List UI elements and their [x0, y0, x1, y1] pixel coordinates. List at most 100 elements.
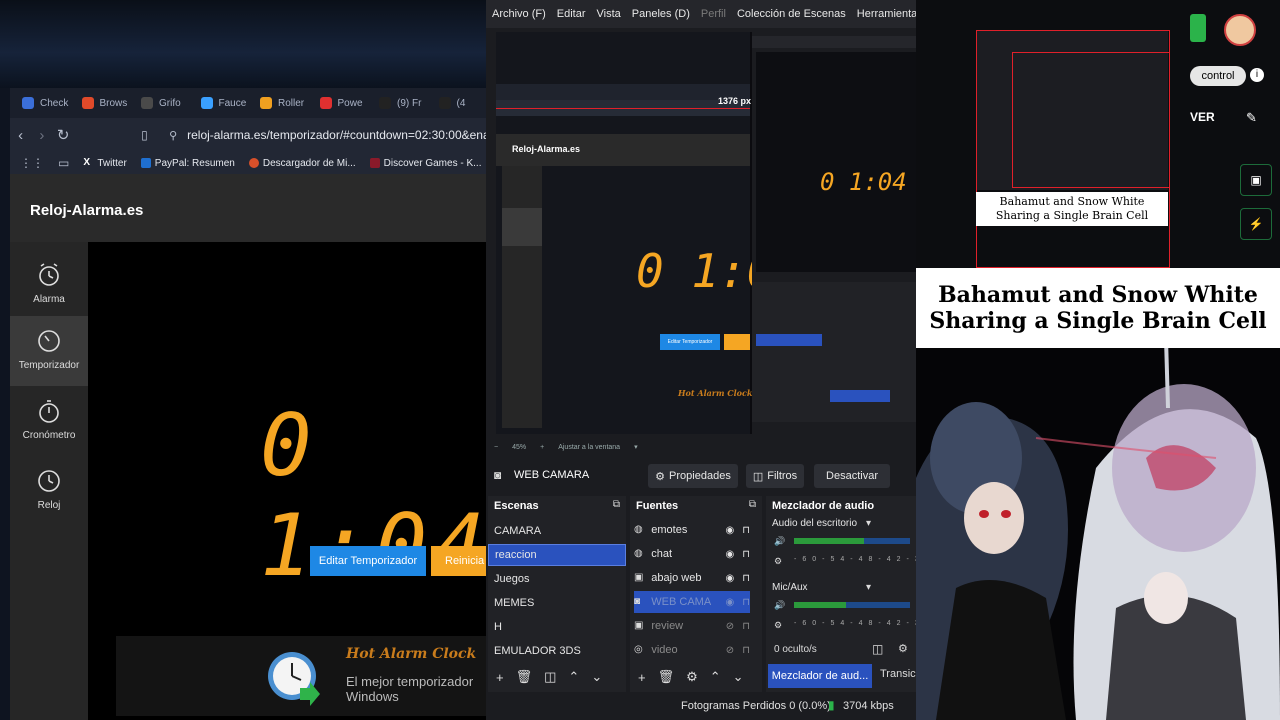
menu-item[interactable]: Perfil	[701, 8, 726, 20]
chevron-down-icon[interactable]: ▾	[866, 518, 871, 529]
bookmark-icon[interactable]: ▯	[134, 128, 155, 142]
eye-icon[interactable]: ◉	[725, 597, 734, 608]
gear-icon[interactable]: ⚙	[686, 669, 698, 685]
bookmark-twitter[interactable]: X Twitter	[83, 158, 126, 169]
zoom-in-icon[interactable]: +	[540, 444, 544, 451]
chevron-down-icon[interactable]: ⌄	[733, 669, 744, 685]
top-capture-strip: control i VER ✎ ▣ ⚡ Bahamut and Snow Whi…	[916, 0, 1280, 268]
browser-tab[interactable]: (9) Fr	[367, 90, 427, 116]
chevron-up-icon[interactable]: ⌃	[568, 669, 579, 685]
browser-tab[interactable]: Roller	[248, 90, 308, 116]
nav-item-timer[interactable]: Temporizador	[10, 316, 88, 386]
menu-item[interactable]: Colección de Escenas	[737, 8, 846, 20]
properties-button[interactable]: ⚙ Propiedades	[648, 464, 738, 488]
channel-settings-icon[interactable]: ⚙	[774, 620, 782, 631]
speaker-icon[interactable]: 🔊	[774, 600, 785, 611]
back-arrow-icon[interactable]: ‹	[10, 127, 31, 144]
scene-item[interactable]: MEMES	[488, 592, 626, 614]
source-item[interactable]: ◍ emotes ◉ ⊓	[634, 519, 750, 541]
menu-item[interactable]: Vista	[597, 8, 621, 20]
mixer-tab[interactable]: Mezclador de aud...	[768, 664, 872, 688]
add-icon[interactable]: +	[638, 670, 646, 685]
nested-ad-title: Hot Alarm Clock	[678, 388, 753, 398]
browser-tab[interactable]: Brows	[70, 90, 130, 116]
columns-icon[interactable]: ◫	[872, 642, 883, 656]
site-info-icon[interactable]: ⚲	[169, 129, 177, 142]
scene-item[interactable]: reaccion	[488, 544, 626, 566]
forward-arrow-icon[interactable]: ›	[31, 127, 52, 144]
menu-item[interactable]: Archivo (F)	[492, 8, 546, 20]
lock-icon[interactable]: ⊓	[742, 597, 750, 608]
scene-filter-icon[interactable]: ◫	[544, 669, 556, 685]
gear-icon[interactable]: ⚙	[898, 642, 908, 655]
menu-item[interactable]: Paneles (D)	[632, 8, 690, 20]
transitions-tab[interactable]: Transic	[880, 668, 916, 680]
ad-subtitle: El mejor temporizador Windows	[346, 674, 474, 704]
volume-meter[interactable]	[794, 538, 910, 544]
source-item[interactable]: ◎ video ⊘ ⊓	[634, 639, 750, 661]
chevron-down-icon[interactable]: ⌄	[591, 669, 602, 685]
filters-button[interactable]: ◫ Filtros	[746, 464, 804, 488]
nav-item-clock[interactable]: Reloj	[10, 456, 88, 526]
nav-item-label: Temporizador	[18, 360, 80, 371]
apps-grid-icon[interactable]: ⋮⋮	[20, 156, 44, 170]
reset-timer-button[interactable]: Reinicia	[431, 546, 486, 576]
source-item[interactable]: ▣ review ⊘ ⊓	[634, 615, 750, 637]
reload-icon[interactable]: ↻	[53, 126, 74, 144]
site-side-nav: Alarma Temporizador Cronómetro Reloj	[10, 242, 88, 720]
dock-undock-icon[interactable]: ⧉	[749, 499, 756, 510]
menu-item[interactable]: Editar	[557, 8, 586, 20]
browser-tab[interactable]: Check	[10, 90, 70, 116]
scenes-title: Escenas	[494, 500, 539, 512]
folder-icon[interactable]: ▭	[58, 156, 69, 170]
nested-obs-selected-source	[830, 390, 890, 402]
chevron-up-icon[interactable]: ⌃	[710, 669, 721, 685]
obs-preview[interactable]: 1376 px Reloj-Alarma.es 0 1:04 Editar Te…	[496, 32, 916, 434]
nested-obs-capture: 0 1:04	[752, 32, 916, 434]
disable-button[interactable]: Desactivar	[814, 464, 890, 488]
site-title[interactable]: Reloj-Alarma.es	[30, 202, 143, 219]
trash-icon[interactable]: 🗑	[516, 669, 533, 685]
volume-meter[interactable]	[794, 602, 910, 608]
source-item[interactable]: ◙ WEB CAMARA ◉ ⊓	[634, 591, 750, 613]
scene-item[interactable]: H	[488, 616, 626, 638]
nav-item-stopwatch[interactable]: Cronómetro	[10, 386, 88, 456]
lock-icon[interactable]: ⊓	[742, 621, 750, 632]
chevron-down-icon[interactable]: ▾	[866, 582, 871, 593]
scene-item[interactable]: CAMARA	[488, 520, 626, 542]
bookmark-discover-games[interactable]: Discover Games - K...	[369, 158, 481, 169]
browser-tab[interactable]: Grifo	[129, 90, 189, 116]
url-field[interactable]: reloj-alarma.es/temporizador/#countdown=…	[187, 128, 486, 142]
add-icon[interactable]: +	[496, 670, 504, 685]
menu-item[interactable]: Herramientas	[857, 8, 916, 20]
trash-icon[interactable]: 🗑	[658, 669, 675, 685]
lock-icon[interactable]: ⊓	[742, 645, 750, 656]
edit-timer-button[interactable]: Editar Temporizador	[310, 546, 426, 576]
lock-icon[interactable]: ⊓	[742, 549, 750, 560]
browser-tab[interactable]: Powe	[308, 90, 368, 116]
screen-icon: ▣	[1240, 164, 1272, 196]
lock-icon[interactable]: ⊓	[742, 525, 750, 536]
chevron-down-icon[interactable]: ▾	[634, 443, 638, 451]
zoom-out-icon[interactable]: −	[494, 444, 498, 451]
scene-item[interactable]: EMULADOR 3DS	[488, 640, 626, 662]
bookmark-paypal[interactable]: PayPal: Resumen	[140, 158, 235, 169]
eye-icon[interactable]: ◉	[725, 525, 734, 536]
speaker-icon[interactable]: 🔊	[774, 536, 785, 547]
source-item[interactable]: ▣ abajo web ◉ ⊓	[634, 567, 750, 589]
browser-tab[interactable]: (4	[427, 90, 487, 116]
fit-window-label[interactable]: Ajustar a la ventana	[558, 444, 620, 451]
eye-icon[interactable]: ◉	[725, 573, 734, 584]
browser-tab[interactable]: Fauce	[189, 90, 249, 116]
eye-hidden-icon[interactable]: ⊘	[726, 645, 734, 656]
channel-settings-icon[interactable]: ⚙	[774, 556, 782, 567]
lock-icon[interactable]: ⊓	[742, 573, 750, 584]
nav-item-alarm-clock[interactable]: Alarma	[10, 250, 88, 320]
mixer-channel-name: Mic/Aux	[772, 582, 808, 593]
scene-item[interactable]: Juegos	[488, 568, 626, 590]
eye-hidden-icon[interactable]: ⊘	[726, 621, 734, 632]
bookmark-downloader[interactable]: Descargador de Mi...	[248, 158, 356, 169]
eye-icon[interactable]: ◉	[725, 549, 734, 560]
source-item[interactable]: ◍ chat ◉ ⊓	[634, 543, 750, 565]
dock-undock-icon[interactable]: ⧉	[613, 499, 620, 510]
